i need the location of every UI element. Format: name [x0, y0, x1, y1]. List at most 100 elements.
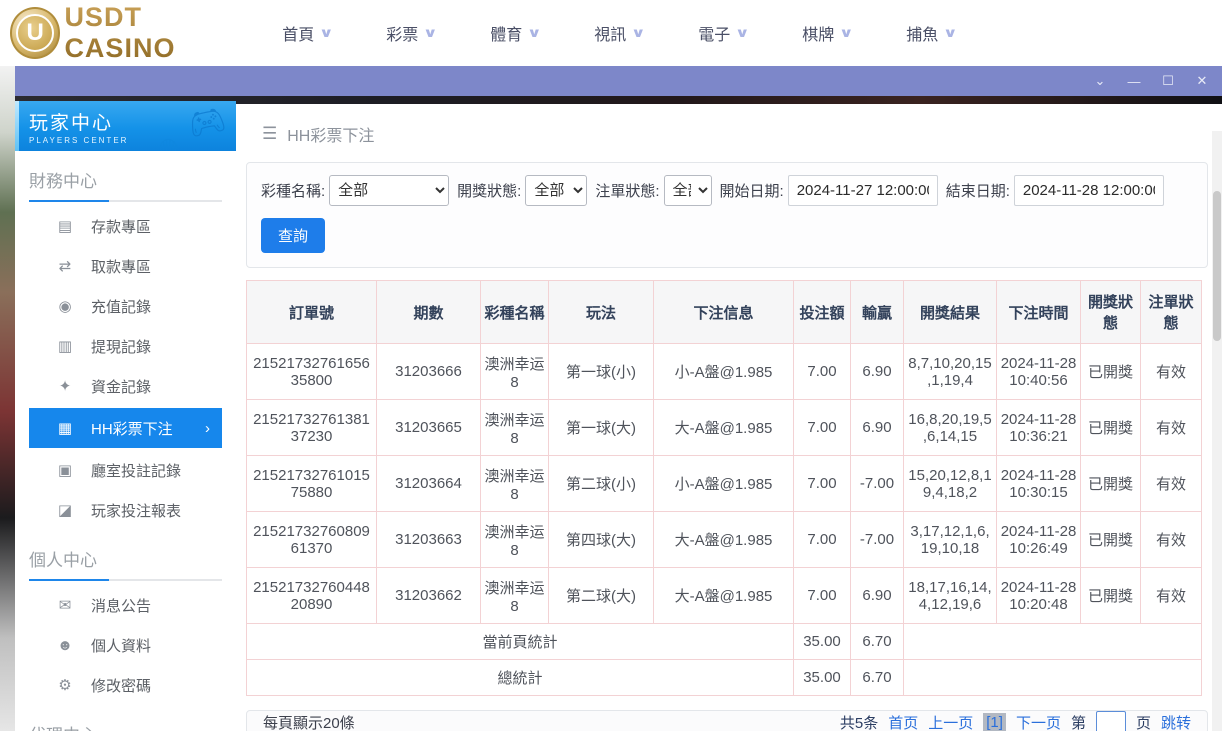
hamburger-icon[interactable]: ☰ [262, 124, 277, 144]
summary-label: 當前頁統計 [246, 623, 794, 660]
logo-text: USDT CASINO [64, 2, 255, 64]
start-date-input[interactable] [787, 175, 938, 206]
query-button[interactable]: 查詢 [261, 218, 326, 253]
column-header-注單狀態: 注單狀態 [1140, 280, 1202, 344]
table-cell: 大-A盤@1.985 [653, 399, 794, 456]
order-status-select[interactable]: 全部 [663, 175, 712, 206]
site-logo[interactable]: U USDT CASINO [0, 2, 255, 64]
summary-win-total: 6.70 [850, 623, 904, 660]
column-header-彩種名稱: 彩種名稱 [480, 280, 549, 344]
chevron-down-icon: ∨ [839, 25, 854, 40]
window-dropdown-icon[interactable]: ⌄ [1088, 71, 1112, 91]
sidebar-item-label: 存款專區 [91, 218, 152, 236]
nav-item-label: 棋牌 [802, 27, 835, 44]
column-header-訂單號: 訂單號 [246, 280, 377, 344]
sidebar-item-資金記錄[interactable]: ✦ 資金記錄 [15, 366, 236, 406]
end-date-input[interactable] [1013, 175, 1164, 206]
sidebar-item-label: 消息公告 [91, 597, 152, 615]
draw-status-select[interactable]: 全部 [525, 175, 588, 206]
table-cell: 2152173276138137230 [246, 399, 377, 456]
nav-item-捕魚[interactable]: 捕魚 ∨ [879, 21, 983, 45]
table-cell: 澳洲幸运8 [480, 455, 549, 512]
window-close-icon[interactable]: ✕ [1190, 71, 1214, 91]
table-cell: 7.00 [793, 343, 851, 400]
column-header-下注時間: 下注時間 [996, 280, 1081, 344]
table-cell: 第一球(大) [548, 399, 654, 456]
table-cell: 3,17,12,1,6,19,10,18 [903, 511, 997, 568]
table-cell: 第二球(大) [548, 567, 654, 624]
sidebar-item-label: 個人資料 [91, 637, 152, 655]
table-cell: 31203666 [376, 343, 481, 400]
table-cell: 有效 [1140, 511, 1202, 568]
jump-suffix-label: 页 [1135, 714, 1151, 731]
site-top-nav: U USDT CASINO 首頁 ∨ 彩票 ∨ 體育 ∨ 視訊 ∨ 電子 ∨ 棋牌 ∨ 捕魚 ∨ [0, 0, 1222, 66]
withdraw-record-icon: ▥ [57, 338, 73, 355]
pagination-bar: 每頁顯示20條 共5条 首页 上一页 [1] 下一页 第 页 跳转 [246, 710, 1208, 731]
nav-item-視訊[interactable]: 視訊 ∨ [567, 21, 671, 45]
column-header-下注信息: 下注信息 [653, 280, 794, 344]
sidebar-section-title: 代理中心 [29, 721, 222, 731]
first-page-link[interactable]: 首页 [888, 712, 918, 731]
window-scrollbar[interactable] [1212, 131, 1222, 731]
sidebar-item-充值記錄[interactable]: ◉ 充值記錄 [15, 286, 236, 326]
summary-bet-total: 35.00 [793, 623, 851, 660]
window-minimize-icon[interactable]: — [1122, 71, 1146, 91]
deposit-card-icon: ▤ [57, 218, 73, 235]
table-cell: 31203664 [376, 455, 481, 512]
report-chart-icon: ◪ [57, 502, 73, 519]
table-cell: 已開獎 [1080, 511, 1141, 568]
jump-link[interactable]: 跳转 [1161, 712, 1191, 731]
table-cell: 第四球(大) [548, 511, 654, 568]
nav-item-棋牌[interactable]: 棋牌 ∨ [775, 21, 879, 45]
nav-item-label: 彩票 [386, 27, 419, 44]
room-bet-list-icon: ▣ [57, 462, 73, 479]
table-cell: 2152173276044820890 [246, 567, 377, 624]
sidebar-item-取款專區[interactable]: ⇄ 取款專區 [15, 246, 236, 286]
table-cell: 7.00 [793, 511, 851, 568]
nav-item-電子[interactable]: 電子 ∨ [671, 21, 775, 45]
table-row: 2152173276138137230 31203665 澳洲幸运8 第一球(大) 大-… [246, 399, 1202, 456]
page-number-input[interactable] [1095, 711, 1126, 731]
table-row: 2152173276080961370 31203663 澳洲幸运8 第四球(大) 大-… [246, 511, 1202, 568]
table-cell: 2152173276101575880 [246, 455, 377, 512]
order-status-label: 注單狀態: [595, 183, 660, 200]
end-date-label: 結束日期: [945, 183, 1010, 200]
table-cell: 2024-11-28 10:30:15 [996, 455, 1081, 512]
table-cell: 31203663 [376, 511, 481, 568]
table-cell: 31203665 [376, 399, 481, 456]
per-page-text: 每頁顯示20條 [263, 714, 355, 731]
sidebar-item-存款專區[interactable]: ▤ 存款專區 [15, 206, 236, 246]
sidebar-item-玩家投注報表[interactable]: ◪ 玩家投注報表 [15, 490, 236, 530]
sidebar-item-HH彩票下注[interactable]: ▦ HH彩票下注 › [29, 408, 222, 448]
sidebar-header: 玩家中心 PLAYERS CENTER 🎮︎ ◍ [15, 101, 236, 151]
nav-item-label: 捕魚 [906, 27, 939, 44]
sidebar-item-廳室投註記錄[interactable]: ▣ 廳室投註記錄 [15, 450, 236, 490]
table-cell: 31203662 [376, 567, 481, 624]
nav-item-彩票[interactable]: 彩票 ∨ [359, 21, 463, 45]
lottery-name-select[interactable]: 全部 [329, 175, 450, 206]
next-page-link[interactable]: 下一页 [1016, 712, 1061, 731]
table-cell: 第二球(小) [548, 455, 654, 512]
sidebar-item-個人資料[interactable]: ☻ 個人資料 [15, 625, 236, 665]
table-cell: 6.90 [850, 399, 904, 456]
circle-decal-icon: ◍ [158, 133, 178, 151]
sidebar-item-消息公告[interactable]: ✉ 消息公告 [15, 585, 236, 625]
draw-status-label: 開獎狀態: [457, 183, 522, 200]
sidebar-item-修改密碼[interactable]: ⚙ 修改密碼 [15, 665, 236, 705]
nav-item-首頁[interactable]: 首頁 ∨ [255, 21, 359, 45]
chevron-down-icon: ∨ [319, 25, 334, 40]
sidebar-item-提現記錄[interactable]: ▥ 提現記錄 [15, 326, 236, 366]
prev-page-link[interactable]: 上一页 [928, 712, 973, 731]
column-header-開獎結果: 開獎結果 [903, 280, 997, 344]
sidebar-item-label: 廳室投註記錄 [91, 462, 182, 480]
table-row: 2152173276044820890 31203662 澳洲幸运8 第二球(大) 大-… [246, 567, 1202, 624]
sidebar-item-label: 提現記錄 [91, 338, 152, 356]
main-content: ☰ HH彩票下注 彩種名稱: 全部 開獎狀態: 全部 注單狀態: 全部 開始日期… [236, 104, 1222, 731]
column-header-輸贏: 輸贏 [850, 280, 904, 344]
sidebar-item-label: HH彩票下注 [91, 420, 173, 438]
nav-item-體育[interactable]: 體育 ∨ [463, 21, 567, 45]
window-maximize-icon[interactable]: ☐ [1156, 71, 1180, 91]
scrollbar-thumb[interactable] [1213, 191, 1221, 341]
logo-coin-letter: U [16, 14, 55, 52]
start-date-label: 開始日期: [719, 183, 784, 200]
